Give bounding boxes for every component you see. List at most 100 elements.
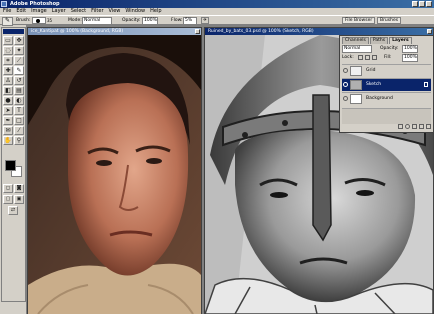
layers-empty-area [342,108,431,124]
magic-wand-icon[interactable]: ✦ [14,46,24,55]
close-button[interactable] [426,1,432,7]
move-tool-icon[interactable]: ✥ [14,36,24,45]
notes-tool-icon[interactable]: ✉ [3,126,13,135]
document-window-left: ice_Kantipat @ 100% (Background, RGB) [27,27,202,314]
window-controls [412,1,432,7]
menu-layer[interactable]: Layer [52,8,66,15]
new-layer-set-icon[interactable] [412,124,417,129]
portrait-photo [28,35,201,314]
brush-size: 35 [47,18,53,23]
gradient-tool-icon[interactable]: ▤ [14,86,24,95]
fill-input[interactable]: 100% [402,54,418,62]
dodge-tool-icon[interactable]: ◐ [14,96,24,105]
maximize-button[interactable] [419,1,425,7]
layer-thumbnail [350,94,362,104]
menu-edit[interactable]: Edit [16,8,26,15]
layer-row-background[interactable]: Background [342,92,431,105]
screen-mode-2-icon[interactable]: ▣ [14,195,24,204]
menu-select[interactable]: Select [71,8,86,15]
tab-paths[interactable]: Paths [369,37,389,44]
brush-tool-icon[interactable]: ✎ [14,66,24,75]
layers-palette-tabs: Channels Paths Layers [342,37,412,44]
photoshop-icon [1,1,7,7]
standard-mode-icon[interactable]: ◻ [3,184,13,193]
menu-image[interactable]: Image [31,8,47,15]
menu-filter[interactable]: Filter [91,8,103,15]
zoom-tool-icon[interactable]: ⚲ [14,136,24,145]
healing-brush-icon[interactable]: ✚ [3,66,13,75]
menu-window[interactable]: Window [125,8,145,15]
brush-tip-icon [36,19,40,23]
hand-tool-icon[interactable]: ✋ [3,136,13,145]
shape-tool-icon[interactable]: □ [14,116,24,125]
layer-mask-icon[interactable] [405,124,410,129]
flow-label: Flow: [171,18,183,23]
visibility-eye-icon[interactable] [343,68,348,73]
opacity-input[interactable]: 100% [142,17,158,25]
document-title-left[interactable]: ice_Kantipat @ 100% (Background, RGB) [28,28,201,35]
minimize-button[interactable] [412,1,418,7]
menu-bar: File Edit Image Layer Select Filter View… [0,8,434,15]
layer-name: Background [366,96,393,101]
lock-label: Lock: [342,55,354,60]
eyedropper-icon[interactable]: ⁄ [14,126,24,135]
layer-name: Sketch [366,82,382,87]
type-tool-icon[interactable]: T [14,106,24,115]
brush-link-icon [424,82,428,87]
foreground-color-swatch[interactable] [5,160,16,171]
lock-pixels-icon[interactable] [365,55,370,60]
lasso-tool-icon[interactable]: ◌ [3,46,13,55]
airbrush-icon[interactable]: ✈ [201,17,209,24]
layer-thumbnail [350,66,362,76]
history-brush-icon[interactable]: ↺ [14,76,24,85]
layer-name: Grid [366,68,376,73]
tab-channels[interactable]: Channels [342,37,369,44]
menu-view[interactable]: View [109,8,121,15]
menu-file[interactable]: File [3,8,11,15]
path-selection-icon[interactable]: ➤ [3,106,13,115]
options-bar: ✎ Brush: 35 Mode: Normal Opacity: 100% F… [0,15,434,26]
layer-opacity-label: Opacity: [380,46,399,51]
layer-style-icon[interactable] [398,124,403,129]
marquee-tool-icon[interactable]: ▭ [3,36,13,45]
document-title-right[interactable]: Ruined_by_bats_03.psd @ 100% (Sketch, RG… [205,28,433,35]
file-browser-tab[interactable]: File Browser [342,17,376,24]
crop-tool-icon[interactable]: ⌗ [3,56,13,65]
opacity-label: Opacity: [122,18,141,23]
new-layer-icon[interactable] [419,124,424,129]
app-title-bar: Adobe Photoshop [0,0,434,8]
document-close-left[interactable] [195,29,200,34]
mode-label: Mode: [68,18,82,23]
toolbox: ▭ ✥ ◌ ✦ ⌗ ⟋ ✚ ✎ ♙ ↺ ◧ ▤ ● ◐ ➤ T ✒ □ ✉ ⁄ … [1,27,26,302]
layer-row-grid[interactable]: Grid [342,64,431,77]
blur-tool-icon[interactable]: ● [3,96,13,105]
pen-tool-icon[interactable]: ✒ [3,116,13,125]
layers-palette: Channels Paths Layers Normal Opacity: 10… [339,35,434,133]
flow-input[interactable]: 5% [183,17,197,25]
quick-mask-icon[interactable]: ◙ [14,184,24,193]
trash-icon[interactable] [426,124,431,129]
lock-transparency-icon[interactable] [358,55,363,60]
layer-blend-mode-select[interactable]: Normal [342,45,372,53]
layer-row-sketch[interactable]: Sketch [342,78,431,91]
brushes-tab[interactable]: Brushes [377,17,402,24]
brush-picker[interactable] [32,17,46,24]
toolbox-header [3,29,24,34]
clone-stamp-icon[interactable]: ♙ [3,76,13,85]
layers-palette-footer [342,123,431,130]
menu-help[interactable]: Help [150,8,161,15]
layer-opacity-input[interactable]: 100% [402,45,418,53]
slice-tool-icon[interactable]: ⟋ [14,56,24,65]
brush-tool-preset-icon[interactable]: ✎ [2,17,13,26]
visibility-eye-icon[interactable] [343,96,348,101]
app-title: Adobe Photoshop [10,1,60,7]
document-close-right[interactable] [427,29,432,34]
jump-to-imageready-icon[interactable]: ⇄ [8,206,18,215]
lock-position-icon[interactable] [372,55,377,60]
fill-label: Fill: [384,55,392,60]
visibility-eye-icon[interactable] [343,82,348,87]
screen-mode-1-icon[interactable]: ▢ [3,195,13,204]
eraser-tool-icon[interactable]: ◧ [3,86,13,95]
tab-layers[interactable]: Layers [389,37,412,44]
mode-select[interactable]: Normal [82,17,112,25]
